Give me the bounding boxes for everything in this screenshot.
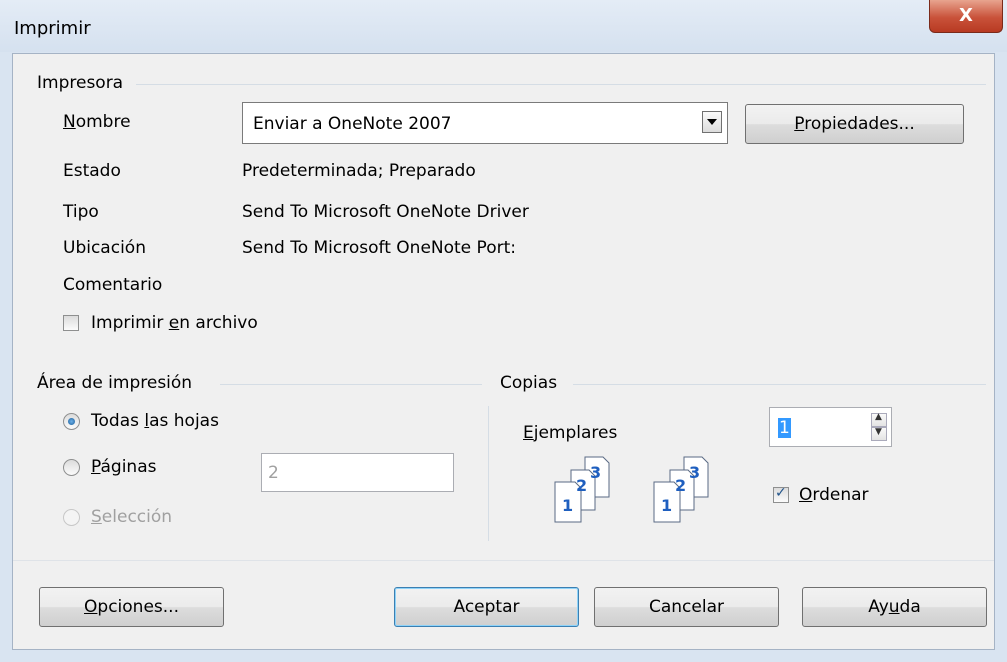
- collate-label[interactable]: Ordenar: [799, 485, 869, 505]
- status-label: Estado: [63, 161, 121, 181]
- printer-name-label: Nombre: [63, 112, 131, 132]
- pages-input-value: 2: [268, 463, 279, 483]
- page-number-2: 2: [576, 476, 588, 495]
- all-sheets-radio[interactable]: [63, 413, 80, 430]
- copies-section-label: Copias: [500, 373, 558, 393]
- selection-label[interactable]: Selección: [91, 507, 172, 527]
- page-number-1: 1: [661, 496, 673, 515]
- location-value: Send To Microsoft OneNote Port:: [242, 238, 516, 258]
- cancel-button[interactable]: Cancelar: [594, 587, 779, 627]
- ok-button[interactable]: Aceptar: [394, 587, 579, 627]
- print-area-divider: [220, 384, 482, 385]
- printer-section-divider: [136, 84, 986, 85]
- close-button[interactable]: X: [929, 0, 1003, 33]
- pages-radio[interactable]: [63, 459, 80, 476]
- print-to-file-checkbox[interactable]: [63, 315, 79, 331]
- printer-select-value: Enviar a OneNote 2007: [253, 114, 452, 134]
- button-area-divider: [13, 560, 994, 561]
- print-area-section-label: Área de impresión: [37, 373, 193, 393]
- collated-pages-icon-2: 3 2 1: [650, 455, 722, 525]
- page-number-3: 3: [689, 463, 701, 482]
- dialog-body: Impresora Nombre Enviar a OneNote 2007 P…: [12, 53, 995, 650]
- collate-checkbox[interactable]: [773, 485, 789, 503]
- copies-count-value: 1: [778, 418, 791, 438]
- properties-button[interactable]: Propiedades...: [745, 104, 964, 144]
- copies-count-spinner[interactable]: 1 ▲ ▼: [769, 407, 892, 447]
- pages-input[interactable]: 2: [261, 453, 454, 492]
- type-label: Tipo: [63, 202, 99, 222]
- page-number-1: 1: [562, 496, 574, 515]
- window-title: Imprimir: [14, 18, 91, 39]
- location-label: Ubicación: [63, 238, 146, 258]
- chevron-down-icon[interactable]: [702, 111, 722, 133]
- spin-up-icon[interactable]: ▲: [871, 412, 887, 427]
- all-sheets-label[interactable]: Todas las hojas: [91, 411, 219, 431]
- type-value: Send To Microsoft OneNote Driver: [242, 202, 529, 222]
- status-value: Predeterminada; Preparado: [242, 161, 476, 181]
- page-number-3: 3: [590, 463, 602, 482]
- help-button[interactable]: Ayuda: [802, 587, 987, 627]
- collated-pages-icon: 3 2 1: [551, 455, 623, 525]
- pages-label[interactable]: Páginas: [91, 457, 156, 477]
- page-number-2: 2: [675, 476, 687, 495]
- comment-label: Comentario: [63, 275, 163, 295]
- title-bar[interactable]: Imprimir X: [0, 0, 1007, 52]
- copies-count-label: Ejemplares: [523, 423, 618, 443]
- vertical-divider: [488, 406, 489, 541]
- spin-down-icon[interactable]: ▼: [871, 427, 887, 441]
- print-dialog: Imprimir X Impresora Nombre Enviar a One…: [0, 0, 1007, 662]
- print-to-file-label[interactable]: Imprimir en archivo: [91, 313, 258, 333]
- printer-select[interactable]: Enviar a OneNote 2007: [242, 102, 728, 144]
- options-button[interactable]: Opciones...: [39, 587, 224, 627]
- printer-section-label: Impresora: [37, 73, 124, 93]
- copies-divider: [573, 384, 986, 385]
- selection-radio[interactable]: [63, 509, 80, 526]
